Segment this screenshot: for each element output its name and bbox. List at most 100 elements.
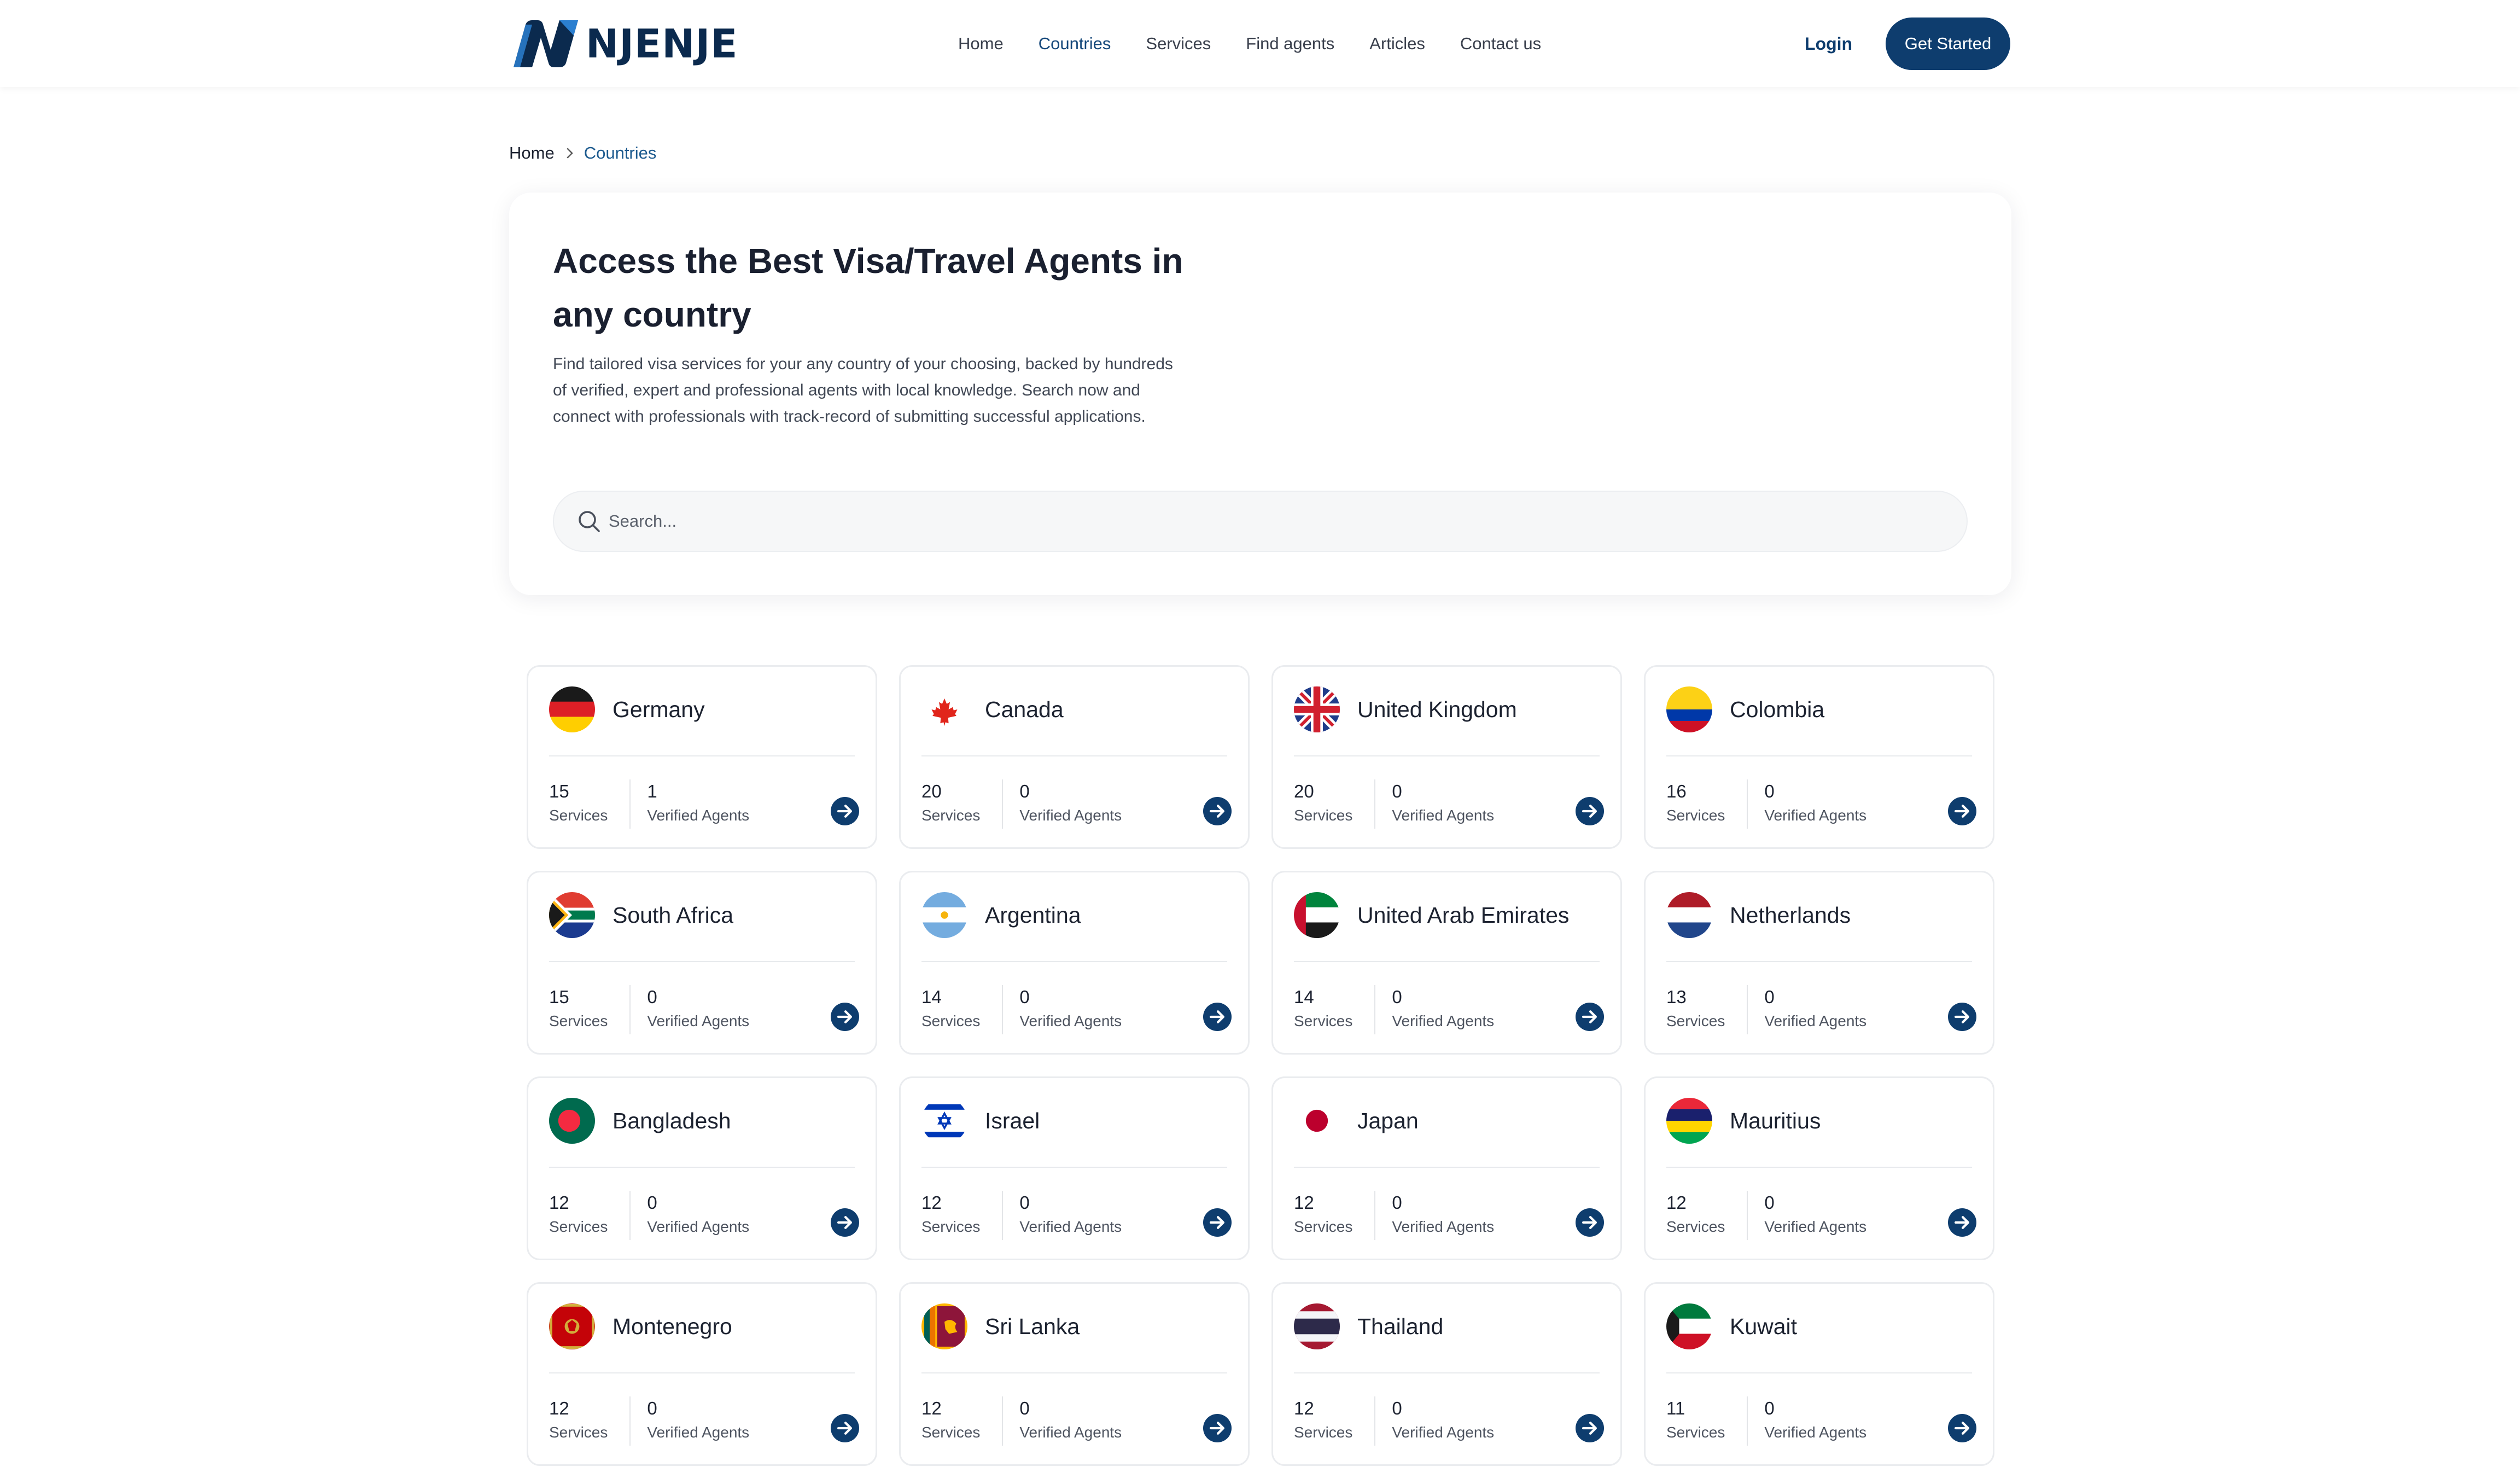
arrow-right-icon[interactable] [831, 1208, 859, 1237]
japan-flag-icon [1294, 1098, 1340, 1144]
services-label: Services [549, 1012, 608, 1029]
agents-label: Verified Agents [1392, 1218, 1495, 1235]
navbar: NJENJE Home Countries Services Find agents A… [0, 0, 2520, 87]
nav-link-contact-us[interactable]: Contact us [1460, 31, 1541, 57]
search-input[interactable] [609, 511, 1921, 531]
arrow-right-icon[interactable] [1203, 1208, 1232, 1237]
get-started-button[interactable]: Get Started [1886, 18, 2010, 70]
card-stats: 12 Services 0 Verified Agents [1294, 1191, 1494, 1240]
agents-count: 0 [1392, 1192, 1402, 1213]
services-label: Services [921, 1424, 981, 1441]
card-stats: 15 Services 1 Verified Agents [549, 779, 749, 829]
card-stats: 11 Services 0 Verified Agents [1666, 1396, 1866, 1446]
bangladesh-flag-icon [549, 1098, 595, 1144]
hero-card: Access the Best Visa/Travel Agents in an… [509, 193, 2011, 595]
agents-label: Verified Agents [1764, 1424, 1867, 1441]
stat-divider [629, 1191, 631, 1240]
card-header: Israel [921, 1098, 1040, 1144]
search-box[interactable] [553, 491, 1968, 552]
breadcrumb-home[interactable]: Home [509, 141, 555, 165]
services-count: 20 [1294, 781, 1314, 801]
services-label: Services [921, 807, 981, 824]
card-header: Colombia [1666, 686, 1824, 732]
arrow-right-icon[interactable] [831, 1414, 859, 1442]
login-link[interactable]: Login [1805, 31, 1852, 57]
agents-count: 0 [1019, 1192, 1030, 1213]
services-label: Services [1666, 807, 1725, 824]
services-stat: 14 Services [921, 985, 980, 1034]
stat-divider [629, 779, 631, 829]
arrow-right-icon[interactable] [1948, 1414, 1976, 1442]
thailand-flag-icon [1294, 1303, 1340, 1349]
brand-name: NJENJE [586, 21, 738, 67]
country-card[interactable]: Colombia 16 Services 0 Verified Agents [1644, 665, 1994, 849]
country-card[interactable]: South Africa 15 Services 0 Verified Agents [527, 871, 877, 1055]
services-label: Services [1294, 1012, 1353, 1029]
country-card[interactable]: Germany 15 Services 1 Verified Agents [527, 665, 877, 849]
arrow-right-icon[interactable] [1948, 1003, 1976, 1031]
country-card[interactable]: Thailand 12 Services 0 Verified Agents [1271, 1282, 1622, 1466]
card-header: Thailand [1294, 1303, 1443, 1349]
country-card[interactable]: Argentina 14 Services 0 Verified Agents [899, 871, 1250, 1055]
services-stat: 20 Services [921, 779, 980, 829]
brand-logo[interactable]: NJENJE [509, 19, 738, 69]
country-name: Canada [985, 696, 1064, 722]
arrow-right-icon[interactable] [1203, 1003, 1232, 1031]
arrow-right-icon[interactable] [1948, 797, 1976, 825]
agents-stat: 0 Verified Agents [1764, 1396, 1866, 1446]
page-title: Access the Best Visa/Travel Agents in an… [553, 241, 1183, 334]
arrow-right-icon[interactable] [831, 797, 859, 825]
country-card[interactable]: Mauritius 12 Services 0 Verified Agents [1644, 1076, 1994, 1260]
nav-link-find-agents[interactable]: Find agents [1246, 31, 1334, 57]
card-divider [1666, 1372, 1972, 1373]
agents-label: Verified Agents [1764, 1218, 1867, 1235]
country-card[interactable]: Montenegro 12 Services 0 Verified Agents [527, 1282, 877, 1466]
nav-link-services[interactable]: Services [1146, 31, 1211, 57]
card-header: Netherlands [1666, 892, 1851, 938]
country-card[interactable]: United Arab Emirates 14 Services 0 Verified … [1271, 871, 1622, 1055]
country-card[interactable]: Israel 12 Services 0 Verified Agents [899, 1076, 1250, 1260]
stat-divider [629, 1396, 631, 1446]
stat-divider [1747, 985, 1748, 1034]
arrow-right-icon[interactable] [1576, 797, 1604, 825]
nav-link-home[interactable]: Home [958, 31, 1004, 57]
country-card[interactable]: Japan 12 Services 0 Verified Agents [1271, 1076, 1622, 1260]
card-divider [921, 1167, 1227, 1168]
agents-label: Verified Agents [1019, 1218, 1122, 1235]
arrow-right-icon[interactable] [1203, 1414, 1232, 1442]
agents-label: Verified Agents [1019, 1012, 1122, 1029]
card-stats: 15 Services 0 Verified Agents [549, 985, 749, 1034]
services-label: Services [921, 1012, 981, 1029]
nav-link-articles[interactable]: Articles [1369, 31, 1425, 57]
arrow-right-icon[interactable] [831, 1003, 859, 1031]
country-card[interactable]: Netherlands 13 Services 0 Verified Agents [1644, 871, 1994, 1055]
country-name: Colombia [1730, 696, 1825, 722]
services-stat: 13 Services [1666, 985, 1725, 1034]
main-nav: Home Countries Services Find agents Articles… [958, 31, 1576, 57]
agents-stat: 0 Verified Agents [1392, 1396, 1494, 1446]
card-divider [1294, 1167, 1600, 1168]
colombia-flag-icon [1666, 686, 1712, 732]
services-stat: 12 Services [1294, 1191, 1352, 1240]
agents-stat: 0 Verified Agents [647, 985, 749, 1034]
arrow-right-icon[interactable] [1203, 797, 1232, 825]
nav-link-countries[interactable]: Countries [1039, 31, 1111, 57]
services-label: Services [1666, 1012, 1725, 1029]
card-stats: 12 Services 0 Verified Agents [1666, 1191, 1866, 1240]
services-label: Services [1294, 1218, 1353, 1235]
arrow-right-icon[interactable] [1576, 1003, 1604, 1031]
country-card[interactable]: Kuwait 11 Services 0 Verified Agents [1644, 1282, 1994, 1466]
card-header: United Kingdom [1294, 686, 1517, 732]
card-stats: 12 Services 0 Verified Agents [549, 1191, 749, 1240]
card-stats: 12 Services 0 Verified Agents [921, 1396, 1122, 1446]
country-card[interactable]: Canada 20 Services 0 Verified Agents [899, 665, 1250, 849]
breadcrumb: Home Countries [509, 141, 656, 165]
arrow-right-icon[interactable] [1576, 1414, 1604, 1442]
country-card[interactable]: Bangladesh 12 Services 0 Verified Agents [527, 1076, 877, 1260]
services-stat: 12 Services [921, 1191, 980, 1240]
country-card[interactable]: United Kingdom 20 Services 0 Verified Agents [1271, 665, 1622, 849]
agents-stat: 1 Verified Agents [647, 779, 749, 829]
arrow-right-icon[interactable] [1576, 1208, 1604, 1237]
country-card[interactable]: Sri Lanka 12 Services 0 Verified Agents [899, 1282, 1250, 1466]
arrow-right-icon[interactable] [1948, 1208, 1976, 1237]
